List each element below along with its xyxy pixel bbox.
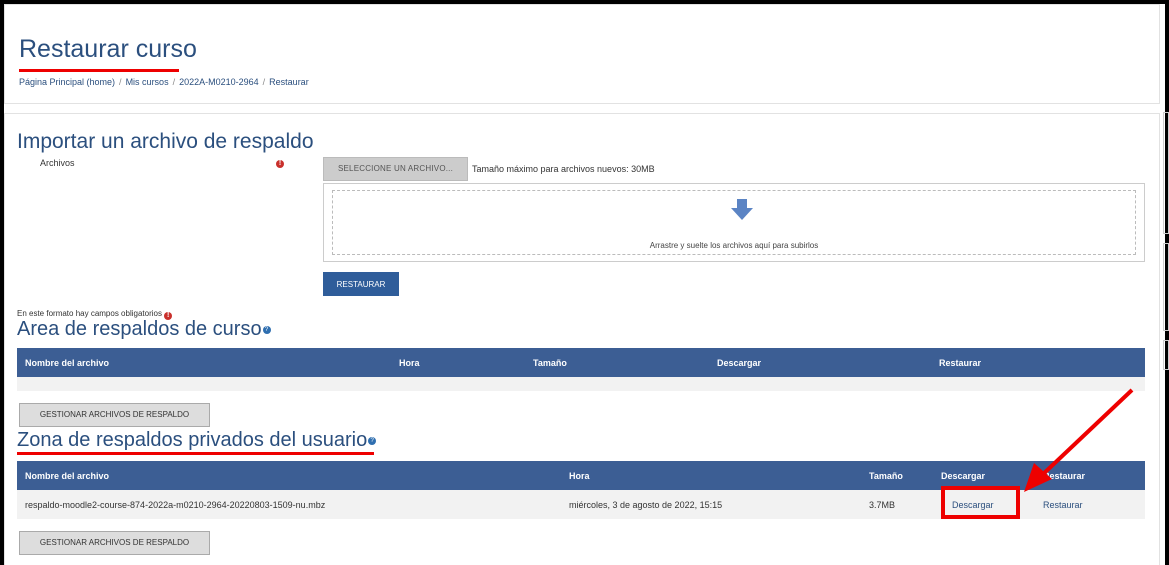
down-arrow-icon xyxy=(731,199,753,220)
col-download: Descargar xyxy=(941,471,986,481)
col-download: Descargar xyxy=(717,358,762,368)
row-time: miércoles, 3 de agosto de 2022, 15:15 xyxy=(569,500,723,510)
download-highlight-box xyxy=(941,486,1020,519)
page-frame: Restaurar curso Página Principal (home) /… xyxy=(4,4,1165,565)
breadcrumb: Página Principal (home) / Mis cursos/2022A… xyxy=(19,77,309,87)
col-size: Tamaño xyxy=(533,358,567,368)
user-private-backup-heading: Zona de respaldos privados del usuario? xyxy=(17,429,377,452)
question-circle-icon[interactable]: ? xyxy=(262,325,271,334)
row-size: 3.7MB xyxy=(869,500,896,510)
course-backup-heading: Area de respaldos de curso? xyxy=(17,318,271,341)
right-block-panel xyxy=(1163,243,1169,331)
files-label: Archivos xyxy=(40,158,75,168)
file-dropzone[interactable]: Arrastre y suelte los archivos aquí para… xyxy=(323,183,1145,262)
restore-button[interactable]: RESTAURAR xyxy=(323,272,399,296)
row-filename: respaldo-moodle2-course-874-2022a-m0210-… xyxy=(25,500,326,510)
zona-annotation-underline xyxy=(17,452,374,455)
restore-link[interactable]: Restaurar xyxy=(1043,500,1083,510)
breadcrumb-my-courses[interactable]: Mis cursos xyxy=(126,77,169,87)
breadcrumb-current[interactable]: Restaurar xyxy=(269,77,309,87)
col-time: Hora xyxy=(399,358,420,368)
breadcrumb-home[interactable]: Página Principal (home) xyxy=(19,77,115,87)
page-header: Restaurar curso Página Principal (home) /… xyxy=(4,4,1160,104)
col-size: Tamaño xyxy=(869,471,903,481)
course-backup-table-header: Nombre del archivo Hora Tamaño Descargar… xyxy=(17,348,1145,377)
right-block-panel xyxy=(1163,112,1169,234)
col-restore: Restaurar xyxy=(1043,471,1086,481)
exclamation-circle-icon: ! xyxy=(276,160,284,168)
col-restore: Restaurar xyxy=(939,358,982,368)
col-filename: Nombre del archivo xyxy=(25,358,110,368)
page-title: Restaurar curso xyxy=(19,35,197,63)
dropzone-text: Arrastre y suelte los archivos aquí para… xyxy=(649,241,819,250)
course-backup-table-empty-row xyxy=(17,377,1145,391)
import-heading: Importar un archivo de respaldo xyxy=(17,130,314,153)
main-content: Importar un archivo de respaldo Archivos… xyxy=(4,113,1160,565)
question-circle-icon[interactable]: ? xyxy=(368,436,377,445)
select-file-button[interactable]: SELECCIONE UN ARCHIVO... xyxy=(323,157,468,181)
col-time: Hora xyxy=(569,471,590,481)
max-size-text: Tamaño máximo para archivos nuevos: 30MB xyxy=(472,164,655,174)
right-block-panel xyxy=(1163,340,1169,370)
manage-course-backups-button[interactable]: GESTIONAR ARCHIVOS DE RESPALDO xyxy=(19,403,210,427)
col-filename: Nombre del archivo xyxy=(25,471,110,481)
manage-private-backups-button[interactable]: GESTIONAR ARCHIVOS DE RESPALDO xyxy=(19,531,210,555)
title-annotation-underline xyxy=(19,69,179,72)
breadcrumb-course[interactable]: 2022A-M0210-2964 xyxy=(179,77,259,87)
